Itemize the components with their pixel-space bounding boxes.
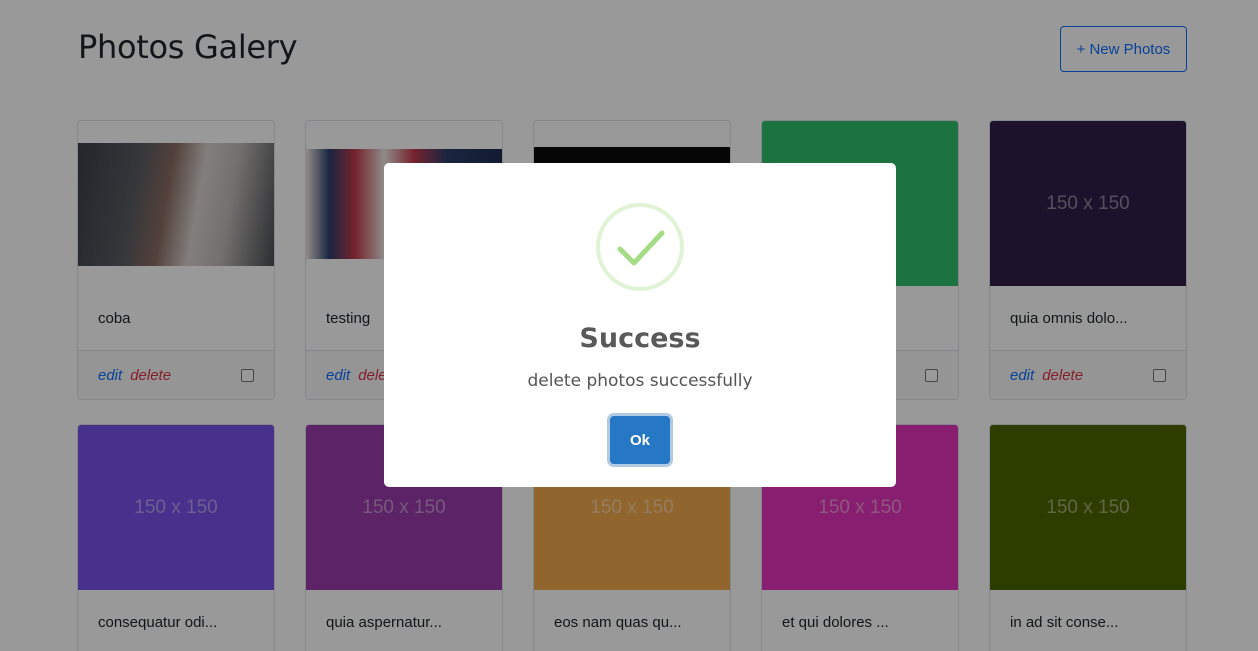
dialog-title: Success (579, 323, 701, 354)
success-dialog: Success delete photos successfully Ok (384, 163, 896, 487)
success-check-icon (596, 203, 684, 291)
ok-button[interactable]: Ok (610, 416, 670, 464)
dialog-message: delete photos successfully (527, 371, 753, 391)
